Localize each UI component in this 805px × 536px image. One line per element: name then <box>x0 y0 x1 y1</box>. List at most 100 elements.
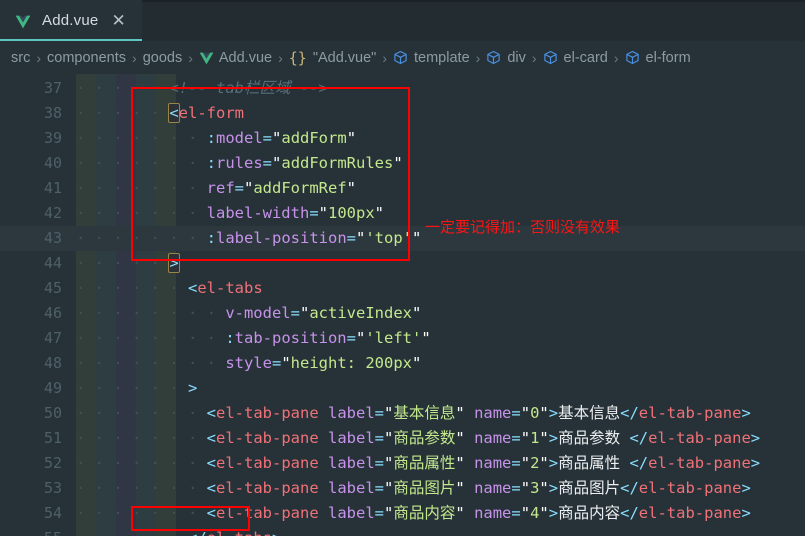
code-line[interactable]: 47 · · · · · · · · :tab-position="'left'" <box>0 326 805 351</box>
code-line[interactable]: 51 · · · · · · · <el-tab-pane label="商品参数… <box>0 426 805 451</box>
whitespace-dots: · · · · · <box>76 254 170 272</box>
code-line-content: · · · · · · <el-tabs <box>76 276 263 301</box>
code-line[interactable]: 43 · · · · · · · :label-position="'top'" <box>0 226 805 251</box>
code-line[interactable]: 41 · · · · · · · ref="addFormRef" <box>0 176 805 201</box>
code-token-str: addFormRules <box>281 154 394 172</box>
breadcrumb-separator: › <box>475 49 481 66</box>
code-line[interactable]: 48 · · · · · · · · style="height: 200px" <box>0 351 805 376</box>
breadcrumb-item-el-form[interactable]: el-form <box>625 50 691 66</box>
line-number: 41 <box>43 179 62 197</box>
breadcrumb-item-div[interactable]: div <box>486 50 526 66</box>
code-line-content: · · · · · · · <el-tab-pane label="商品图片" … <box>76 476 751 501</box>
code-token-punc: = <box>374 429 385 447</box>
code-token-quote: " <box>520 404 531 422</box>
close-icon[interactable]: ✕ <box>109 12 127 29</box>
code-token-punc: < <box>206 479 216 497</box>
breadcrumb-item-src[interactable]: src <box>11 50 30 66</box>
code-token-str: addForm <box>281 129 347 147</box>
code-token-punc: < <box>187 279 198 297</box>
code-token-text: 商品参数 <box>558 429 630 447</box>
code-editor[interactable]: 37 · · · · · <!-- tab栏区域 --> 38 · · · · · <… <box>0 74 805 536</box>
code-line-content: · · · · · · > <box>76 376 197 401</box>
code-token-quote: " <box>455 404 465 422</box>
code-line[interactable]: 42 · · · · · · · label-width="100px" <box>0 201 805 226</box>
breadcrumb-separator: › <box>613 49 619 66</box>
breadcrumb-item-template[interactable]: template <box>393 50 470 66</box>
line-number: 49 <box>43 379 62 397</box>
code-line[interactable]: 49 · · · · · · > <box>0 376 805 401</box>
breadcrumb-separator: › <box>278 49 283 66</box>
code-token-quote: " <box>421 329 431 347</box>
breadcrumb-separator: › <box>531 49 537 66</box>
code-token-quote: " <box>384 429 394 447</box>
code-token-punc: < <box>206 404 216 422</box>
code-token-punc: = <box>511 479 521 497</box>
breadcrumb-separator: › <box>188 49 193 66</box>
code-token-attr: label <box>328 479 375 497</box>
breadcrumb-item-label: el-card <box>563 49 608 66</box>
code-token-str: 'left' <box>365 329 422 347</box>
code-line[interactable]: 53 · · · · · · · <el-tab-pane label="商品图片… <box>0 476 805 501</box>
code-line[interactable]: 44 · · · · · > <box>0 251 805 276</box>
breadcrumb-item-goods[interactable]: goods <box>143 50 183 66</box>
code-token-quote: " <box>318 204 328 222</box>
line-number: 38 <box>43 104 62 122</box>
breadcrumb-item-addvue[interactable]: {} "Add.vue" <box>289 49 377 67</box>
code-token-quote: " <box>455 429 465 447</box>
code-token-quote: " <box>384 454 394 472</box>
code-line[interactable]: 40 · · · · · · · :rules="addFormRules" <box>0 151 805 176</box>
code-token-punc: = <box>346 229 356 247</box>
code-token-attr: name <box>474 454 512 472</box>
breadcrumb-item-components[interactable]: components <box>47 50 126 66</box>
code-line[interactable]: 52 · · · · · · · <el-tab-pane label="商品属性… <box>0 451 805 476</box>
code-token-punc: = <box>262 154 273 172</box>
line-number: 44 <box>43 254 62 272</box>
breadcrumb-item-addvue[interactable]: Add.vue <box>199 50 272 66</box>
whitespace-dots: · · · · · · · <box>76 479 207 497</box>
code-token-quote: " <box>355 329 366 347</box>
code-line[interactable]: 55 · · · · · · </el-tabs> <box>0 526 805 536</box>
code-line-content: · · · · · · · · :tab-position="'left'" <box>76 326 431 351</box>
code-line-content: · · · · · · · <el-tab-pane label="商品内容" … <box>76 501 751 526</box>
line-number: 37 <box>43 79 62 97</box>
braces-icon: {} <box>288 48 307 67</box>
tab-add-vue[interactable]: Add.vue ✕ <box>0 0 142 41</box>
code-line[interactable]: 38 · · · · · <el-form <box>0 101 805 126</box>
code-token-punc: = <box>374 479 385 497</box>
whitespace-dots: · · · · · · <box>76 379 188 397</box>
code-token-quote: " <box>539 504 549 522</box>
code-token-punc: = <box>511 454 521 472</box>
code-token-attr: tab-position <box>234 329 347 347</box>
code-token-quote: " <box>520 504 531 522</box>
code-line[interactable]: 54 · · · · · · · <el-tab-pane label="商品内容… <box>0 501 805 526</box>
code-token-punc: < <box>206 454 216 472</box>
code-token-quote: " <box>539 429 549 447</box>
code-line[interactable]: 50 · · · · · · · <el-tab-pane label="基本信息… <box>0 401 805 426</box>
code-line[interactable]: 37 · · · · · <!-- tab栏区域 --> <box>0 76 805 101</box>
code-token-punc: = <box>374 504 385 522</box>
whitespace-dots: · · · · · · · · <box>76 304 226 322</box>
code-line[interactable]: 45 · · · · · · <el-tabs <box>0 276 805 301</box>
code-token-tag: el-tabs <box>197 279 263 297</box>
code-line[interactable]: 39 · · · · · · · :model="addForm" <box>0 126 805 151</box>
code-token-tag: el-tab-pane <box>216 504 319 522</box>
line-number: 43 <box>43 229 62 247</box>
code-token-attr: v-model <box>225 304 291 322</box>
whitespace-dots: · · · · · <box>76 104 170 122</box>
code-token-attr: name <box>474 479 512 497</box>
code-token-attr: label <box>328 404 375 422</box>
code-token-punc: > <box>548 479 559 497</box>
bracket-match-highlight: > <box>168 253 180 273</box>
code-line[interactable]: 46 · · · · · · · · v-model="activeIndex" <box>0 301 805 326</box>
code-token-attr: label-width <box>206 204 310 222</box>
breadcrumb-item-el-card[interactable]: el-card <box>543 50 608 66</box>
code-token-tag: el-tabs <box>207 529 272 536</box>
code-token-quote: " <box>346 129 357 147</box>
code-token-tag: el-tab-pane <box>216 404 319 422</box>
code-token-punc: = <box>511 404 521 422</box>
code-token-str: addFormRef <box>253 179 347 197</box>
whitespace-dots: · · · · · · · <box>76 129 207 147</box>
code-token-quote: " <box>356 229 366 247</box>
